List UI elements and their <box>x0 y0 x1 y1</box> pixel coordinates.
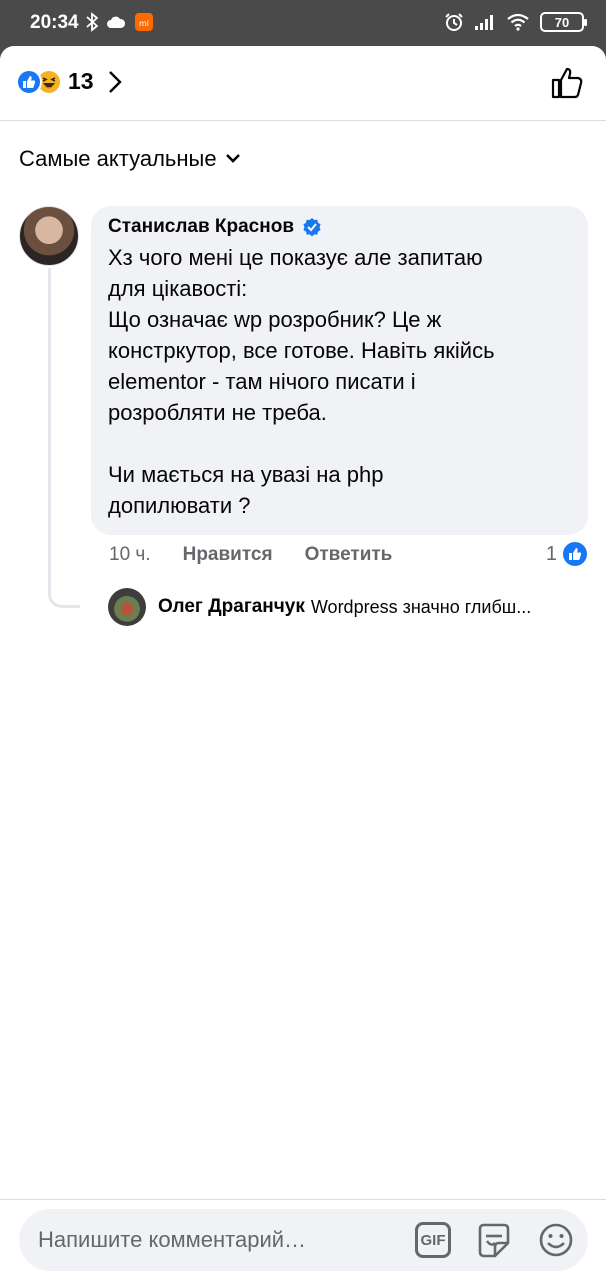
comment-time[interactable]: 10 ч. <box>109 544 151 566</box>
comment-bubble[interactable]: Станислав Краснов Хз чого мені це показу… <box>91 206 588 535</box>
status-bar: 20:34 mi 70 <box>0 0 606 46</box>
comment-composer: GIF <box>19 1209 588 1271</box>
sort-dropdown[interactable]: Самые актуальные <box>19 146 241 172</box>
sort-label: Самые актуальные <box>19 146 217 171</box>
composer-divider <box>0 1199 606 1200</box>
wifi-icon <box>507 13 529 31</box>
mi-app-icon: mi <box>135 13 153 31</box>
svg-text:mi: mi <box>139 19 149 28</box>
avatar[interactable] <box>19 206 79 266</box>
like-reaction-icon <box>16 68 42 95</box>
comment-likes[interactable]: 1 <box>546 542 587 566</box>
cloud-icon <box>107 16 126 28</box>
gif-label: GIF <box>420 1231 446 1249</box>
comment-text: Хз чого мені це показує але запитаю для … <box>108 245 495 518</box>
verified-badge-icon <box>303 218 321 237</box>
reply-avatar[interactable] <box>108 588 146 626</box>
comment-input[interactable] <box>19 1209 409 1271</box>
battery-level: 70 <box>554 14 570 30</box>
comments-sheet: 13 Самые актуальные Станислав Краснов Хз… <box>0 46 606 1280</box>
gif-button[interactable]: GIF <box>415 1222 451 1258</box>
thread-connector <box>48 268 80 608</box>
status-time: 20:34 <box>30 12 79 33</box>
alarm-icon <box>445 13 463 31</box>
signal-icon <box>475 15 493 30</box>
chevron-down-icon <box>225 154 240 163</box>
reply-preview[interactable]: Олег Драганчук Wordpress значно глибш... <box>108 588 588 626</box>
bluetooth-icon <box>86 12 98 32</box>
like-comment-button[interactable]: Нравится <box>183 544 273 566</box>
reply-button[interactable]: Ответить <box>305 544 393 566</box>
emoji-icon[interactable] <box>537 1221 575 1259</box>
reply-text: Wordpress значно глибш... <box>310 596 532 617</box>
like-icon <box>563 542 587 566</box>
battery-indicator: 70 <box>540 12 587 32</box>
chevron-right-icon <box>108 70 122 93</box>
reactions-summary[interactable]: 13 <box>16 68 122 95</box>
reaction-count: 13 <box>68 68 94 94</box>
sticker-icon[interactable] <box>475 1221 513 1259</box>
like-post-button[interactable] <box>550 66 584 100</box>
reply-author: Олег Драганчук <box>158 596 305 617</box>
header-divider <box>0 120 606 121</box>
comment-author[interactable]: Станислав Краснов <box>108 216 294 238</box>
comment-like-count: 1 <box>545 542 557 565</box>
comment-actions: 10 ч. Нравится Ответить <box>109 544 392 566</box>
